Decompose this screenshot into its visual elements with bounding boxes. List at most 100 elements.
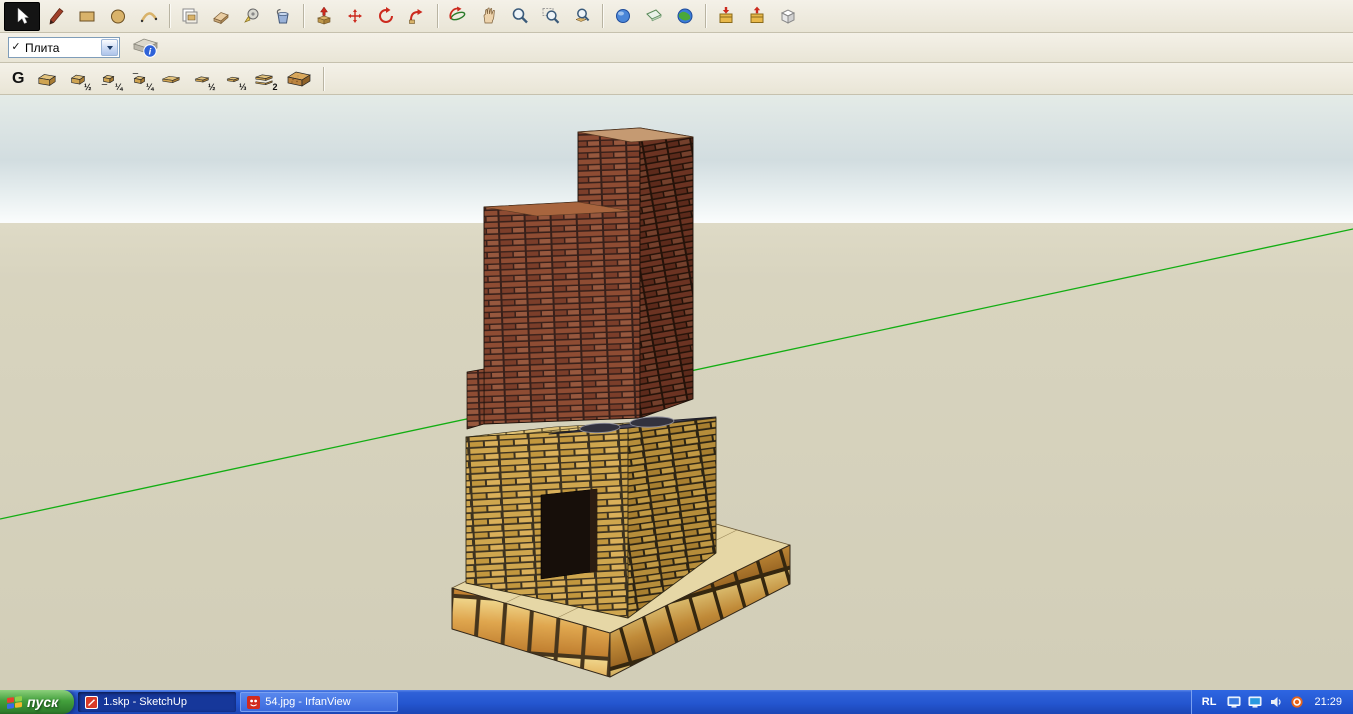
start-label: пуск [27,694,58,710]
camera-tool-button[interactable] [608,3,638,30]
follow-me-icon [407,6,427,26]
start-button[interactable]: пуск [0,690,74,714]
firebox-opening [541,489,597,579]
rectangle-tool-button[interactable] [72,3,102,30]
taskbar-clock: 21:29 [1311,696,1342,708]
windows-logo-icon [7,695,22,708]
row-tool-third-button[interactable]: ⅓ [218,65,248,92]
orbit-icon [448,6,468,26]
toolbar-separator [169,4,170,28]
desktop: ✓ Плита i G ½ ¼ [0,0,1353,714]
layer-combobox[interactable]: ✓ Плита [8,37,120,58]
push-pull-icon [314,6,334,26]
share-models-button[interactable] [742,3,772,30]
viewport-canvas[interactable] [0,95,1353,690]
irfanview-app-icon [247,696,260,709]
paint-bucket-icon [273,6,293,26]
brick-tool-full-button[interactable] [32,65,62,92]
toolbar-separator [303,4,304,28]
tape-measure-tool-button[interactable] [237,3,267,30]
sketchup-app-icon [85,696,98,709]
arc-tool-button[interactable] [134,3,164,30]
move-arrows-icon [345,6,365,26]
main-toolbar [0,0,1353,33]
orbit-tool-button[interactable] [443,3,473,30]
get-models-button[interactable] [711,3,741,30]
fraction-label: 2 [272,82,277,92]
layer-combobox-value: Плита [23,41,100,55]
circle-icon [108,6,128,26]
row-tool-full-button[interactable] [156,65,186,92]
rotate-tool-button[interactable] [371,3,401,30]
pan-tool-button[interactable] [474,3,504,30]
chevron-down-icon [107,46,113,50]
brick-tool-quarter-a-button[interactable]: ¼ [94,65,124,92]
brick-tool-half-button[interactable]: ½ [63,65,93,92]
task-label: 54.jpg - IrfanView [265,696,350,708]
language-indicator[interactable]: RL [1202,696,1221,708]
brick-row-icon [161,69,181,89]
chimney-right-face [640,128,693,418]
display-icon[interactable] [1227,695,1241,709]
brick-icon [37,69,57,89]
fraction-label: ⅓ [239,82,247,92]
row-tool-double-button[interactable]: 2 [249,65,279,92]
google-earth-icon [675,6,695,26]
pencil-icon [46,6,66,26]
eraser-tool-button[interactable] [206,3,236,30]
tape-measure-icon [242,6,262,26]
taskbar: пуск 1.skp - SketchUp 54.jpg - IrfanView… [0,690,1353,714]
section-plane-button[interactable] [639,3,669,30]
zoom-window-icon [541,6,561,26]
zoom-extents-icon [572,6,592,26]
wall-left-step [467,369,484,429]
orange-app-icon[interactable] [1290,695,1304,709]
zoom-window-tool-button[interactable] [536,3,566,30]
toolbar-separator [437,4,438,28]
line-tool-button[interactable] [41,3,71,30]
push-pull-tool-button[interactable] [309,3,339,30]
eraser-icon [211,6,231,26]
components-button[interactable] [773,3,803,30]
circle-tool-button[interactable] [103,3,133,30]
zoom-tool-button[interactable] [505,3,535,30]
firebox-inner-wall [590,489,597,573]
fraction-label: ¼ [115,82,123,92]
google-earth-button[interactable] [670,3,700,30]
white-box-icon [778,6,798,26]
select-tool-button[interactable] [4,2,40,31]
zoom-icon [510,6,530,26]
follow-me-tool-button[interactable] [402,3,432,30]
volume-icon[interactable] [1269,695,1283,709]
layer-toolbar: ✓ Плита i [0,33,1353,63]
make-component-button[interactable] [175,3,205,30]
toolbar-separator [705,4,706,28]
taskbar-item-irfanview[interactable]: 54.jpg - IrfanView [240,692,398,712]
brick-tool-textured-button[interactable] [280,65,318,92]
bricks-toolbar: G ½ ¼ ¼ ½ ⅓ 2 [0,63,1353,95]
move-tool-button[interactable] [340,3,370,30]
system-tray: RL 21:29 [1191,690,1353,714]
network-icon[interactable] [1248,695,1262,709]
section-plane-icon [644,6,664,26]
toolbar-separator [602,4,603,28]
component-sheet-icon [180,6,200,26]
get-models-icon [716,6,736,26]
task-label: 1.skp - SketchUp [103,696,187,708]
blue-globe-icon [613,6,633,26]
zoom-extents-tool-button[interactable] [567,3,597,30]
share-models-icon [747,6,767,26]
paint-bucket-tool-button[interactable] [268,3,298,30]
info-box-icon: i [132,36,159,59]
row-tool-half-button[interactable]: ½ [187,65,217,92]
fraction-label: ½ [208,82,216,92]
toolbar-separator [323,67,324,91]
layer-info-button[interactable]: i [129,35,161,61]
fraction-label: ¼ [146,82,154,92]
combobox-dropdown-button[interactable] [101,39,118,56]
3d-viewport[interactable] [0,95,1353,690]
taskbar-item-sketchup[interactable]: 1.skp - SketchUp [78,692,236,712]
select-arrow-icon [12,6,32,26]
svg-text:i: i [148,46,151,57]
brick-tool-quarter-b-button[interactable]: ¼ [125,65,155,92]
